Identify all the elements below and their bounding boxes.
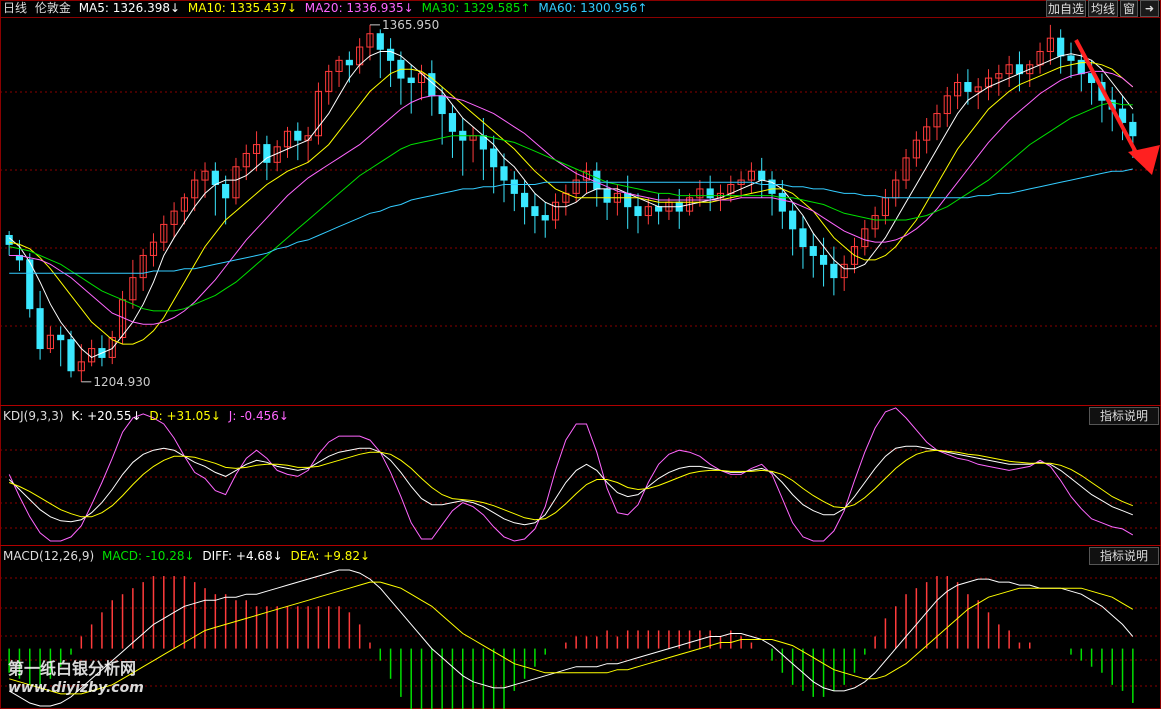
ma5-label: MA5: 1326.398↓: [78, 1, 181, 15]
ma-toggle-button[interactable]: 均线: [1088, 0, 1118, 17]
kdj-k-label: K: +20.55↓: [71, 409, 142, 423]
candle-body: [510, 179, 518, 194]
macd-value-label: MACD: -10.28↓: [101, 549, 195, 563]
candle-body: [211, 170, 219, 186]
candle-body: [1067, 55, 1075, 61]
macd-title: MACD(12,26,9): [3, 549, 95, 563]
candle-body: [438, 95, 446, 115]
low-price-label: 1204.930: [93, 375, 150, 389]
kdj-legend: KDJ(9,3,3) K: +20.55↓ D: +31.05↓ J: -0.4…: [3, 409, 293, 423]
kdj-d-line: [9, 449, 1133, 521]
candle-body: [294, 130, 302, 141]
period-label: 日线: [3, 1, 28, 15]
watermark-title: 第一纸白银分析网: [8, 659, 137, 678]
macd-help-button[interactable]: 指标说明: [1089, 547, 1159, 565]
kdj-j-line: [8, 407, 1134, 542]
kdj-k-line: [8, 445, 1133, 526]
candle-body: [1129, 121, 1137, 137]
candle-body: [490, 148, 498, 168]
ma30-label: MA30: 1329.585↑: [421, 1, 531, 15]
chart-canvas: 1365.950 1204.930: [0, 0, 1161, 709]
candle-body: [500, 166, 508, 181]
candle-body: [964, 82, 972, 92]
candle-body: [57, 334, 65, 341]
candle-body: [531, 206, 539, 217]
candle-body: [655, 206, 663, 212]
kdj-title: KDJ(9,3,3): [3, 409, 64, 423]
candle-body: [448, 113, 457, 132]
candle-body: [789, 210, 797, 230]
macd-diff-label: DIFF: +4.68↓: [202, 549, 283, 563]
macd-legend: MACD(12,26,9) MACD: -10.28↓ DIFF: +4.68↓…: [3, 549, 374, 563]
candle-body: [603, 188, 611, 203]
ma5-line: [8, 51, 1134, 358]
candle-body: [593, 170, 601, 190]
candle-body: [706, 188, 714, 199]
exit-icon[interactable]: ➜: [1140, 0, 1159, 17]
candle-body: [624, 192, 632, 208]
ma30-line: [9, 101, 1133, 312]
candle-body: [521, 192, 529, 208]
ma60-label: MA60: 1300.956↑: [538, 1, 648, 15]
candle-body: [36, 308, 44, 350]
candle-body: [809, 246, 817, 256]
price-legend: 日线 伦敦金 MA5: 1326.398↓ MA10: 1335.437↓ MA…: [3, 1, 651, 15]
candle-body: [386, 48, 395, 61]
window-button[interactable]: 窗: [1120, 0, 1138, 17]
kdj-help-button[interactable]: 指标说明: [1089, 407, 1159, 425]
candle-body: [345, 59, 353, 66]
candle-body: [634, 206, 642, 217]
high-price-label: 1365.950: [382, 18, 439, 32]
candle-body: [541, 215, 549, 221]
candle-body: [1057, 37, 1065, 57]
macd-dea-label: DEA: +9.82↓: [290, 549, 371, 563]
add-watchlist-button[interactable]: 加自选: [1046, 0, 1086, 17]
candle-body: [376, 33, 384, 50]
symbol-label: 伦敦金: [34, 1, 71, 15]
kdj-d-label: D: +31.05↓: [149, 409, 221, 423]
candle-body: [222, 184, 230, 199]
trend-arrow: [1074, 39, 1142, 161]
kdj-j-label: J: -0.456↓: [228, 409, 289, 423]
candle-body: [67, 339, 75, 372]
candle-body: [830, 263, 838, 279]
macd-dea-line: [9, 581, 1134, 695]
ma20-label: MA20: 1336.935↓: [304, 1, 414, 15]
candle-body: [758, 170, 766, 181]
candle-body: [407, 77, 415, 84]
ma60-line: [9, 168, 1133, 274]
watermark-url: www.diyizby.com: [8, 680, 144, 696]
candle-body: [819, 254, 828, 265]
candle-body: [799, 228, 807, 248]
ma10-label: MA10: 1335.437↓: [187, 1, 297, 15]
candle-body: [778, 192, 786, 212]
